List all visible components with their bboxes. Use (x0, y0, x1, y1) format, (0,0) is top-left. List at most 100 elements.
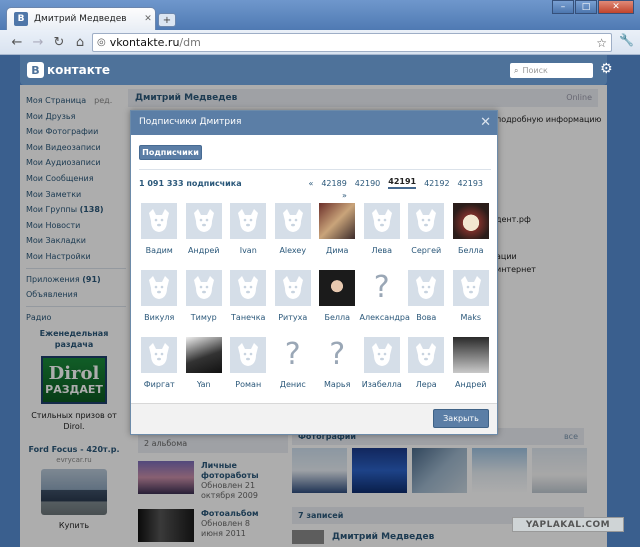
back-arrow-icon[interactable]: ← (8, 33, 26, 51)
pager-next[interactable]: » (342, 191, 347, 200)
subscriber-item[interactable]: Фиргат (137, 337, 182, 404)
pager-prev[interactable]: « (308, 179, 313, 188)
avatar[interactable] (185, 337, 222, 373)
pager-page[interactable]: 42190 (355, 179, 380, 188)
avatar[interactable]: ? (363, 270, 400, 306)
vk-logo[interactable]: В контакте (27, 62, 110, 78)
subscriber-name[interactable]: Дима (315, 246, 360, 255)
subscriber-item[interactable]: Yan (182, 337, 227, 404)
pager-page[interactable]: 42193 (458, 179, 483, 188)
vk-search-input[interactable]: ⌕ Поиск (510, 63, 593, 78)
avatar[interactable] (230, 270, 267, 306)
subscriber-item[interactable]: Вадим (137, 203, 182, 270)
subscriber-item[interactable]: Сергей (404, 203, 449, 270)
subscriber-name[interactable]: Yan (182, 380, 227, 389)
avatar[interactable] (452, 270, 489, 306)
modal-footer: Закрыть (131, 403, 497, 434)
window-close-icon[interactable]: ✕ (598, 0, 634, 14)
wrench-icon[interactable]: 🔧 (619, 33, 634, 47)
subscriber-item[interactable]: Белла (449, 203, 494, 270)
maximize-icon[interactable]: □ (575, 0, 597, 14)
avatar[interactable] (363, 337, 400, 373)
close-button[interactable]: Закрыть (433, 409, 489, 428)
subscriber-item[interactable]: Викуля (137, 270, 182, 337)
avatar[interactable] (408, 337, 445, 373)
subscriber-name[interactable]: Лева (360, 246, 405, 255)
avatar[interactable] (230, 203, 267, 239)
subscriber-name[interactable]: Ivan (226, 246, 271, 255)
subscriber-name[interactable]: Роман (226, 380, 271, 389)
bookmark-star-icon[interactable]: ☆ (596, 36, 607, 50)
subscriber-name[interactable]: Тимур (182, 313, 227, 322)
tab-close-icon[interactable]: ✕ (141, 14, 155, 24)
subscriber-name[interactable]: Денис (271, 380, 316, 389)
subscriber-name[interactable]: Андрей (449, 380, 494, 389)
subscriber-name[interactable]: Ритуха (271, 313, 316, 322)
subscriber-item[interactable]: Ритуха (271, 270, 316, 337)
subscribers-grid: Вадим Андрей Ivan Alexey Дима Лева Сергей Белла… (137, 203, 493, 404)
subscriber-name[interactable]: Танечка (226, 313, 271, 322)
home-icon[interactable]: ⌂ (71, 33, 89, 51)
avatar[interactable] (185, 270, 222, 306)
address-bar[interactable]: ◎ vkontakte.ru/dm ☆ (92, 33, 612, 52)
avatar[interactable] (185, 203, 222, 239)
subscriber-name[interactable]: Викуля (137, 313, 182, 322)
subscriber-name[interactable]: Фиргат (137, 380, 182, 389)
subscriber-name[interactable]: Александра (360, 313, 410, 322)
avatar[interactable] (274, 270, 311, 306)
tab-subscribers[interactable]: Подписчики (139, 145, 202, 160)
subscriber-item[interactable]: Maks (449, 270, 494, 337)
subscriber-item[interactable]: Андрей (449, 337, 494, 404)
forward-arrow-icon[interactable]: → (29, 33, 47, 51)
subscriber-item[interactable]: Андрей (182, 203, 227, 270)
avatar[interactable] (319, 270, 356, 306)
subscriber-item[interactable]: ? Денис (271, 337, 316, 404)
pager-page[interactable]: 42192 (424, 179, 449, 188)
subscriber-name[interactable]: Alexey (271, 246, 316, 255)
subscriber-item[interactable]: Белла (315, 270, 360, 337)
subscriber-item[interactable]: Вова (404, 270, 449, 337)
subscriber-item[interactable]: Лера (404, 337, 449, 404)
pager-page[interactable]: 42189 (321, 179, 346, 188)
subscriber-item[interactable]: Дима (315, 203, 360, 270)
avatar[interactable] (141, 203, 178, 239)
subscriber-item[interactable]: Роман (226, 337, 271, 404)
avatar[interactable] (141, 337, 178, 373)
avatar[interactable] (452, 203, 489, 239)
avatar[interactable] (319, 203, 356, 239)
subscriber-name[interactable]: Андрей (182, 246, 227, 255)
subscriber-item[interactable]: Лева (360, 203, 405, 270)
subscriber-name[interactable]: Maks (449, 313, 494, 322)
subscriber-item[interactable]: Тимур (182, 270, 227, 337)
avatar[interactable] (274, 203, 311, 239)
close-icon[interactable]: ✕ (480, 115, 491, 130)
subscriber-item[interactable]: ? Марья (315, 337, 360, 404)
subscriber-name[interactable]: Белла (449, 246, 494, 255)
subscriber-name[interactable]: Изабелла (360, 380, 405, 389)
subscriber-name[interactable]: Лера (404, 380, 449, 389)
subscriber-name[interactable]: Марья (315, 380, 360, 389)
avatar[interactable] (363, 203, 400, 239)
subscriber-name[interactable]: Белла (315, 313, 360, 322)
subscriber-name[interactable]: Сергей (404, 246, 449, 255)
avatar[interactable] (452, 337, 489, 373)
minimize-icon[interactable]: – (552, 0, 574, 14)
reload-icon[interactable]: ↻ (50, 33, 68, 51)
subscriber-item[interactable]: ? Александра (360, 270, 410, 337)
avatar[interactable] (230, 337, 267, 373)
url-path: /dm (179, 36, 201, 49)
gear-icon[interactable]: ⚙ (600, 61, 613, 77)
browser-tab[interactable]: В Дмитрий Медведев ✕ (6, 7, 156, 30)
avatar[interactable] (141, 270, 178, 306)
avatar[interactable] (408, 203, 445, 239)
avatar[interactable]: ? (319, 337, 356, 373)
subscriber-item[interactable]: Ivan (226, 203, 271, 270)
new-tab-button[interactable]: + (158, 13, 176, 27)
subscriber-item[interactable]: Танечка (226, 270, 271, 337)
avatar[interactable]: ? (274, 337, 311, 373)
subscriber-name[interactable]: Вова (404, 313, 449, 322)
avatar[interactable] (408, 270, 445, 306)
subscriber-name[interactable]: Вадим (137, 246, 182, 255)
subscriber-item[interactable]: Изабелла (360, 337, 405, 404)
subscriber-item[interactable]: Alexey (271, 203, 316, 270)
